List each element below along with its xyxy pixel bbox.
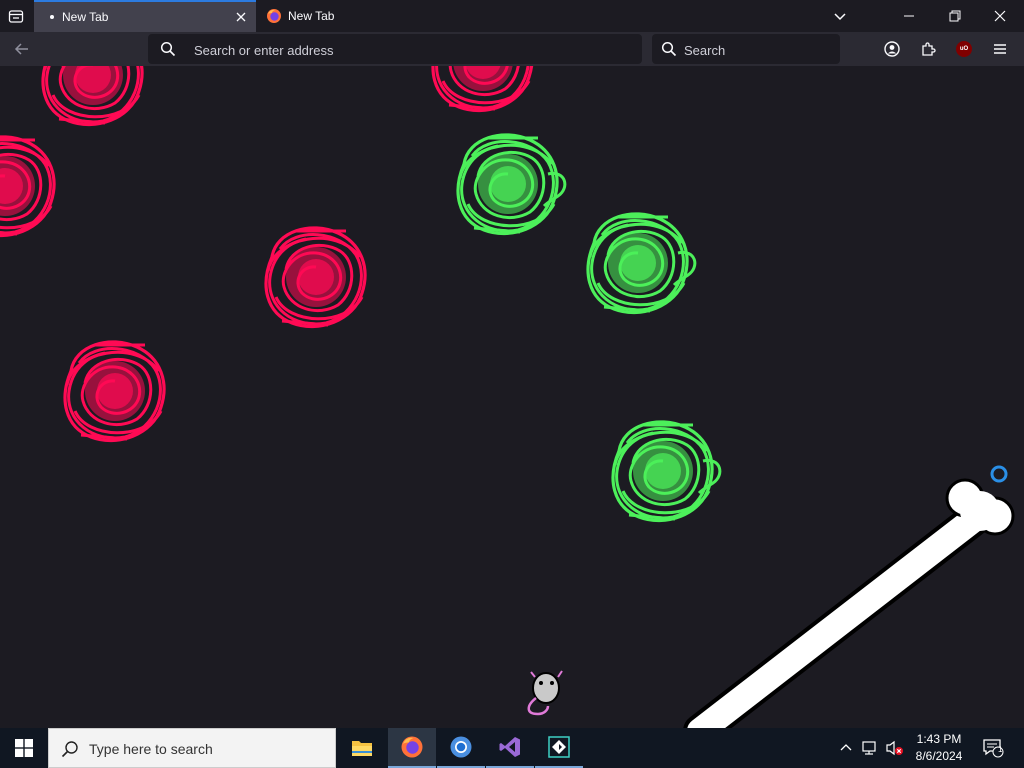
search-input[interactable]	[682, 39, 836, 61]
taskbar-file-explorer[interactable]	[338, 728, 386, 768]
ublock-origin-button[interactable]: uO	[952, 37, 976, 61]
action-center-button[interactable]: 1	[978, 728, 1008, 768]
network-icon	[862, 741, 876, 755]
app-diamond-icon	[548, 736, 570, 758]
visual-studio-icon	[499, 737, 520, 757]
firefox-view-icon	[8, 10, 24, 23]
back-button[interactable]	[10, 37, 34, 61]
minimize-button[interactable]	[897, 4, 921, 28]
windows-logo-icon	[15, 739, 33, 757]
restore-icon	[949, 10, 961, 22]
red-blob	[431, 66, 534, 113]
firefox-view-button[interactable]	[4, 4, 28, 28]
tab-label: New Tab	[62, 10, 109, 24]
red-blob	[264, 226, 367, 329]
red-blob	[63, 340, 166, 443]
chromium-logo-icon	[450, 736, 472, 758]
red-scribble-blobs	[0, 66, 534, 443]
show-hidden-icons-button[interactable]	[836, 728, 856, 768]
close-icon	[994, 10, 1006, 22]
taskbar-clock[interactable]: 1:43 PM 8/6/2024	[908, 731, 970, 765]
taskbar-search-placeholder: Type here to search	[89, 741, 213, 757]
green-blob	[613, 422, 720, 521]
minimize-icon	[904, 15, 914, 17]
notification-count: 1	[998, 745, 1003, 754]
taskbar-chromium[interactable]	[437, 728, 485, 768]
red-blob	[0, 135, 56, 238]
volume-status[interactable]	[884, 728, 906, 768]
account-button[interactable]	[880, 37, 904, 61]
puzzle-icon	[922, 42, 936, 56]
app-menu-button[interactable]	[988, 37, 1012, 61]
start-button[interactable]	[0, 728, 48, 768]
taskbar-visual-studio[interactable]	[486, 728, 534, 768]
extensions-button[interactable]	[916, 37, 940, 61]
address-input[interactable]	[192, 39, 616, 61]
clock-time: 1:43 PM	[916, 732, 962, 746]
chevron-down-icon	[834, 13, 846, 21]
firefox-logo-icon	[401, 736, 423, 758]
list-all-tabs-button[interactable]	[828, 4, 852, 28]
account-icon	[884, 41, 900, 57]
green-scribble-blobs	[458, 135, 720, 521]
tab-strip: New Tab New Tab	[0, 0, 1024, 32]
mouse-creature-icon	[527, 670, 563, 716]
firefox-logo-icon	[267, 9, 281, 23]
green-blob	[458, 135, 565, 234]
close-tab-icon[interactable]	[234, 10, 248, 24]
network-status[interactable]	[860, 728, 882, 768]
restore-button[interactable]	[943, 4, 967, 28]
address-bar[interactable]	[148, 34, 642, 64]
volume-muted-icon	[886, 740, 903, 756]
chevron-up-icon	[840, 744, 852, 751]
arrow-left-icon	[14, 43, 28, 55]
folder-icon	[352, 741, 372, 756]
search-icon	[61, 741, 78, 758]
tab-new-tab[interactable]: New Tab	[260, 0, 480, 32]
tab-new-tab-active[interactable]: New Tab	[34, 0, 256, 32]
search-bar[interactable]	[652, 34, 840, 64]
search-icon	[160, 41, 176, 57]
tab-dot-icon	[50, 15, 54, 19]
drawing-surface	[0, 66, 1015, 728]
bone-drawing	[683, 478, 1015, 728]
page-canvas[interactable]	[0, 66, 1024, 728]
windows-taskbar: Type here to search 1:43 PM 8/6/2024 1	[0, 728, 1024, 768]
clock-date: 8/6/2024	[915, 749, 963, 763]
ublock-origin-icon: uO	[956, 41, 972, 57]
ring-marker-icon	[990, 465, 1008, 483]
taskbar-firefox[interactable]	[388, 728, 436, 768]
search-icon	[661, 41, 677, 57]
red-blob	[41, 66, 144, 127]
taskbar-dev-app[interactable]	[535, 728, 583, 768]
tab-label: New Tab	[288, 9, 335, 23]
green-blob	[588, 214, 695, 313]
close-window-button[interactable]	[988, 4, 1012, 28]
taskbar-search-box[interactable]: Type here to search	[48, 728, 336, 768]
navigation-toolbar: uO	[0, 32, 1024, 66]
hamburger-menu-icon	[994, 44, 1006, 54]
